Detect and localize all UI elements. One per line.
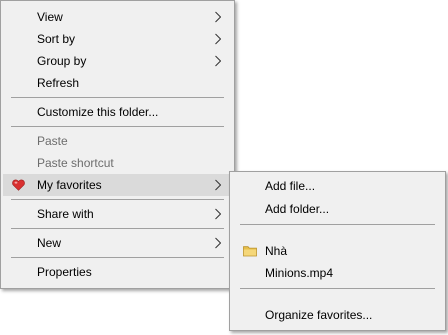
favorite-item-minions[interactable]: Minions.mp4: [232, 262, 443, 284]
menu-item-label: Nhà: [265, 244, 288, 258]
menu-item-properties[interactable]: Properties: [3, 261, 232, 283]
menu-item-organize-favorites[interactable]: Organize favorites...: [232, 304, 443, 326]
heart-icon: [12, 179, 25, 191]
chevron-right-icon: [215, 33, 221, 45]
menu-separator: [240, 224, 435, 225]
menu-separator: [11, 228, 224, 229]
menu-item-label: Sort by: [37, 32, 76, 46]
menu-item-label: Add folder...: [265, 202, 330, 216]
menu-item-label: Add file...: [265, 179, 316, 193]
menu-item-paste: Paste: [3, 130, 232, 152]
menu-item-label: Paste: [37, 134, 68, 148]
menu-item-label: Minions.mp4: [265, 266, 334, 280]
menu-item-label: My favorites: [37, 178, 102, 192]
menu-item-view[interactable]: View: [3, 6, 232, 28]
menu-separator: [11, 257, 224, 258]
menu-item-label: Organize favorites...: [265, 308, 373, 322]
menu-separator: [11, 199, 224, 200]
folder-icon: [243, 246, 257, 257]
menu-separator: [240, 288, 435, 289]
menu-item-label: Group by: [37, 54, 87, 68]
menu-item-group-by[interactable]: Group by: [3, 50, 232, 72]
menu-item-add-folder[interactable]: Add folder...: [232, 198, 443, 220]
menu-item-label: New: [37, 236, 62, 250]
chevron-right-icon: [215, 208, 221, 220]
chevron-right-icon: [215, 55, 221, 67]
menu-item-add-file[interactable]: Add file...: [232, 175, 443, 197]
chevron-right-icon: [215, 179, 221, 191]
menu-separator: [11, 97, 224, 98]
menu-item-new[interactable]: New: [3, 232, 232, 254]
menu-item-label: Share with: [37, 207, 94, 221]
menu-item-customize-folder[interactable]: Customize this folder...: [3, 101, 232, 123]
menu-item-paste-shortcut: Paste shortcut: [3, 152, 232, 174]
menu-item-label: Customize this folder...: [37, 105, 159, 119]
chevron-right-icon: [215, 237, 221, 249]
menu-item-share-with[interactable]: Share with: [3, 203, 232, 225]
menu-item-label: Properties: [37, 265, 92, 279]
favorites-submenu: Add file... Add folder... Nhà Minions.mp…: [229, 171, 446, 331]
menu-item-label: View: [37, 10, 63, 24]
chevron-right-icon: [215, 11, 221, 23]
context-menu: View Sort by Group by Refresh Customize …: [0, 0, 235, 289]
menu-item-refresh[interactable]: Refresh: [3, 72, 232, 94]
menu-item-label: Refresh: [37, 76, 80, 90]
menu-item-label: Paste shortcut: [37, 156, 114, 170]
menu-item-sort-by[interactable]: Sort by: [3, 28, 232, 50]
favorite-item-nha[interactable]: Nhà: [232, 240, 443, 262]
menu-item-my-favorites[interactable]: My favorites: [3, 174, 232, 196]
menu-separator: [11, 126, 224, 127]
